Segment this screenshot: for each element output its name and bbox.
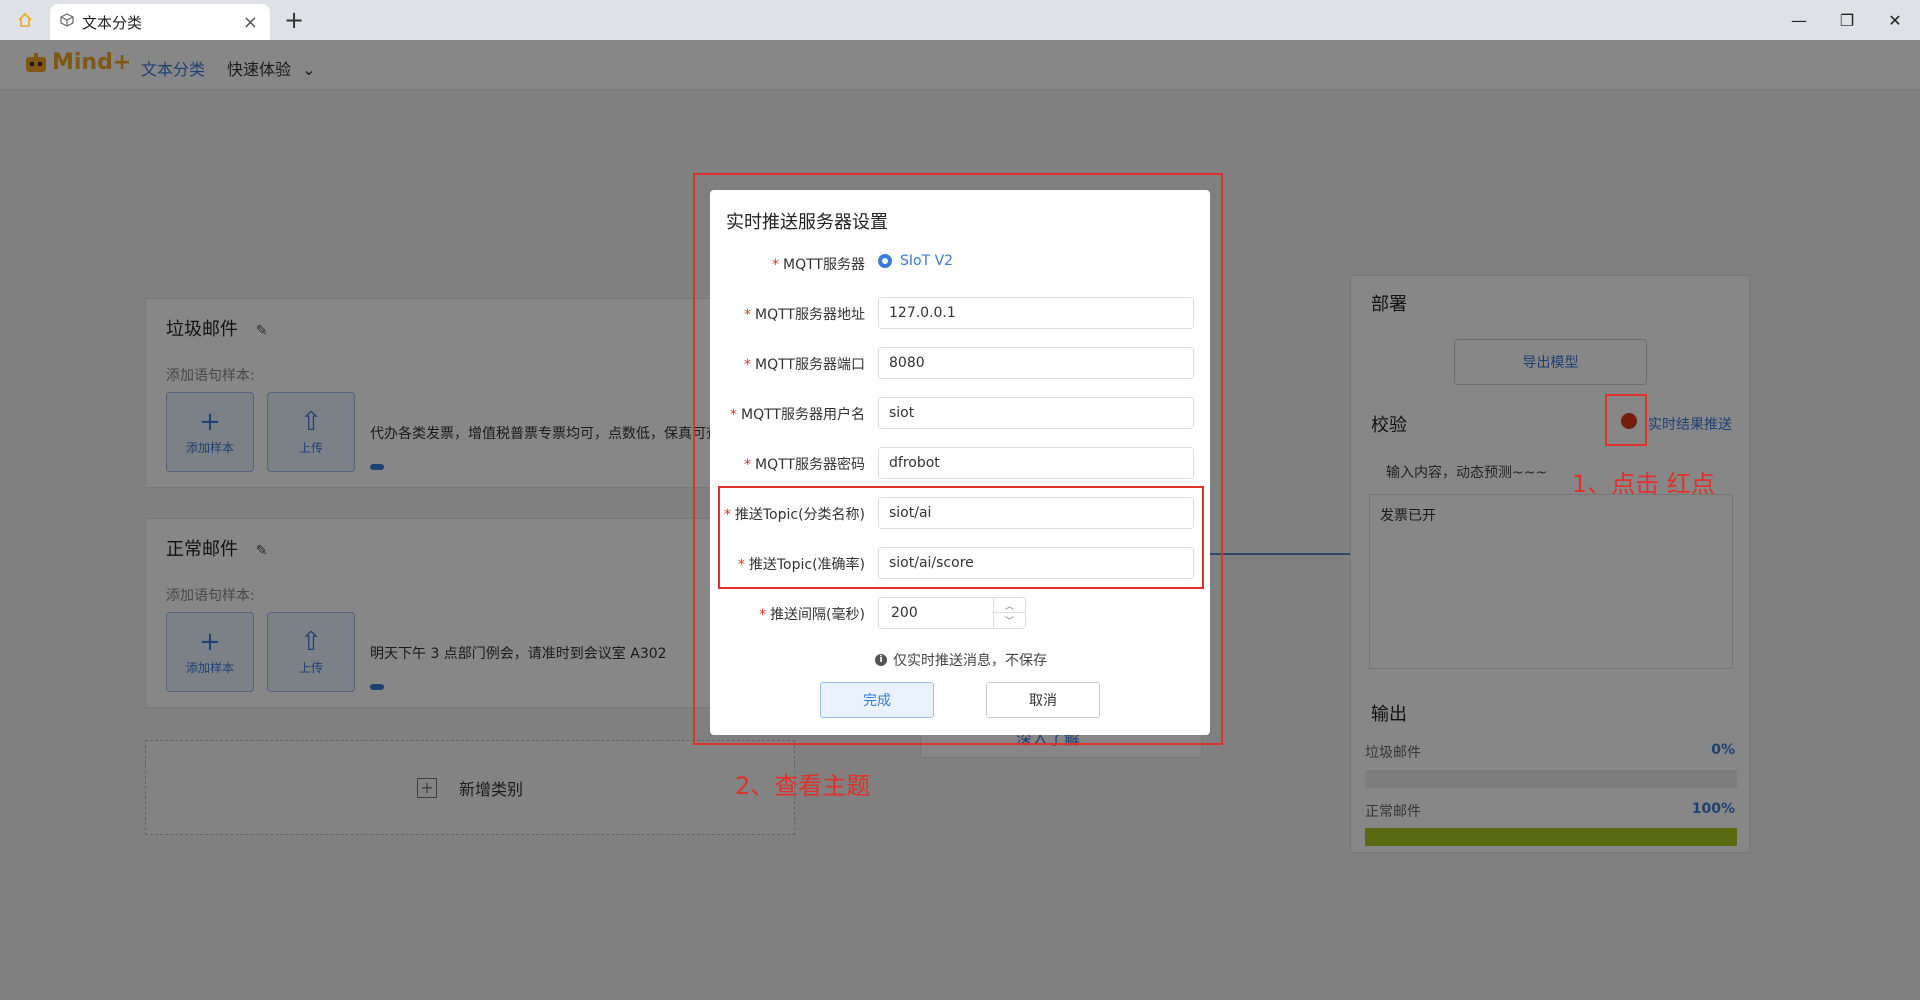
cube-icon [60,13,74,31]
minimize-button[interactable]: — [1776,0,1822,40]
annotation-dot-box [1605,394,1647,446]
annotation-step2: 2、查看主题 [735,772,871,800]
browser-tab[interactable]: 文本分类 × [50,4,270,40]
window-close-button[interactable]: ✕ [1872,0,1918,40]
tab-label: 文本分类 [82,13,143,32]
annotation-topic-box [718,486,1204,589]
new-tab-button[interactable]: + [280,6,308,34]
annotation-step1: 1、点击 红点 [1572,470,1715,498]
annotation-dialog-box [693,173,1223,745]
home-icon[interactable] [12,8,38,32]
restore-button[interactable]: ❐ [1824,0,1870,40]
tab-close-icon[interactable]: × [243,12,258,33]
window-titlebar: 文本分类 × + — ❐ ✕ [0,0,1920,40]
